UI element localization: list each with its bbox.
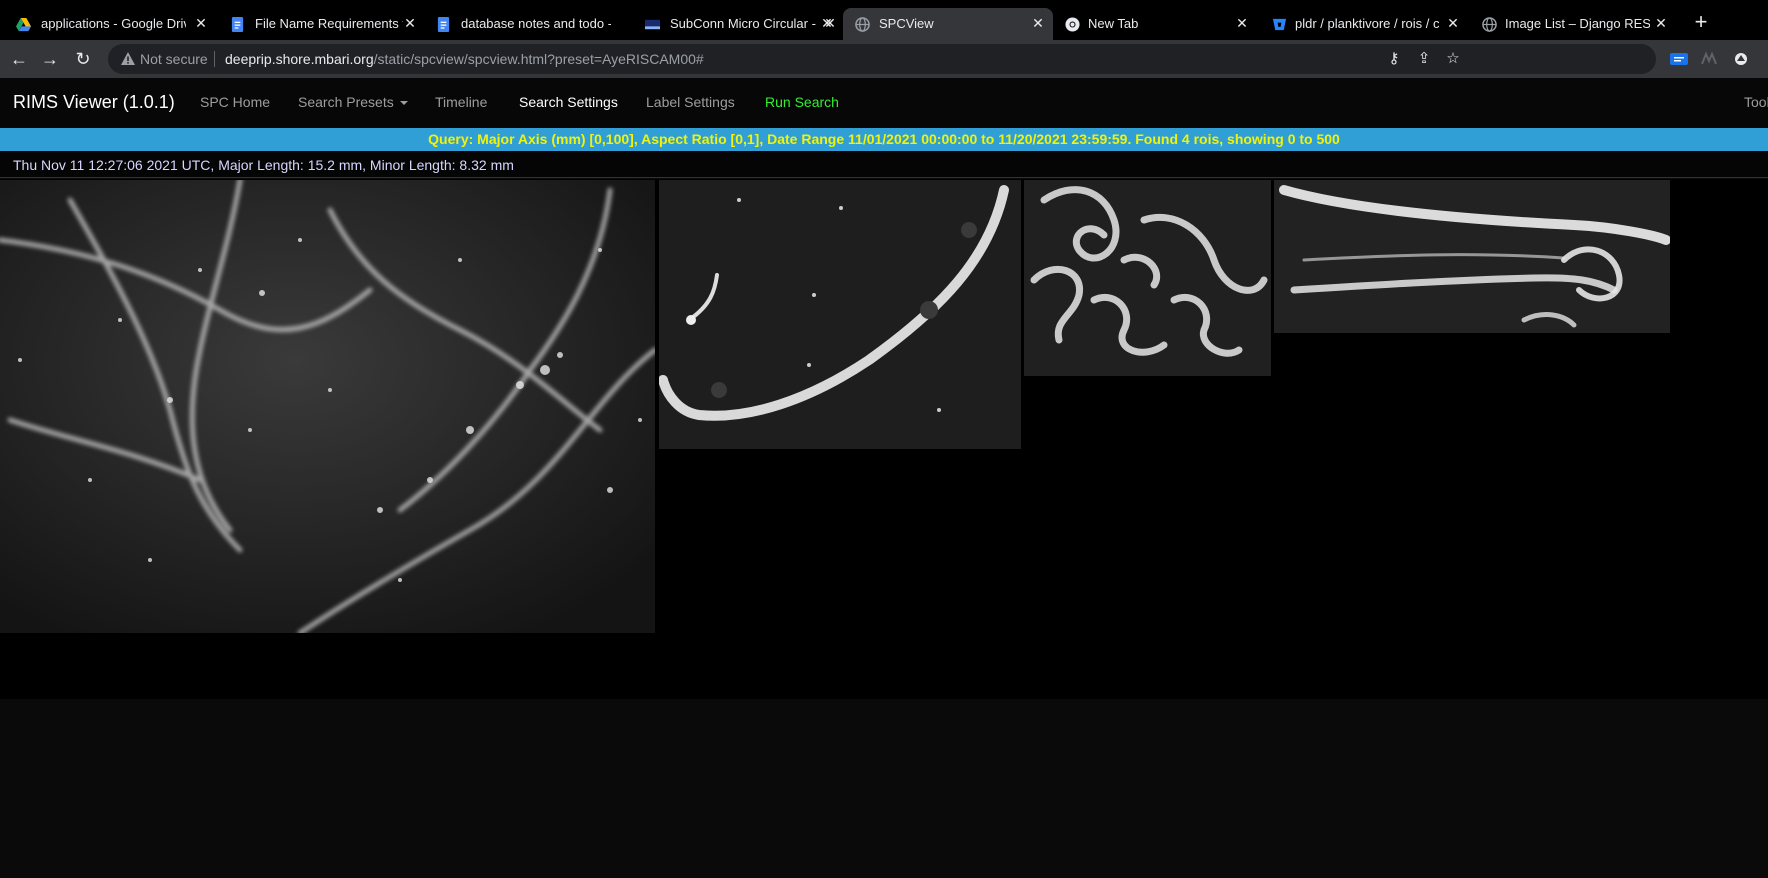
tab-title: SubConn Micro Circular - 2 [670,16,818,31]
tab-title: New Tab [1088,16,1139,31]
share-icon[interactable]: ⇪ [1415,50,1433,68]
security-status[interactable]: Not secure [140,51,208,67]
new-tab-button[interactable]: + [1690,11,1712,34]
url-path: /static/spcview/spcview.html?preset=AyeR… [373,51,704,67]
tab-file-name-requirements[interactable]: File Name Requirements fo ✕ [222,8,416,40]
nav-tools[interactable]: Tools [1744,94,1768,110]
tab-title: database notes and todo - [461,16,611,31]
extension-icon[interactable] [1700,51,1718,67]
nav-label-settings[interactable]: Label Settings [646,94,735,110]
tab-title: File Name Requirements fo [255,16,403,31]
roi-image-2[interactable] [659,180,1021,449]
forward-arrow-icon[interactable]: → [40,49,60,69]
browser-toolbar: ← → ↻ Not secure deeprip.shore.mbari.org… [0,40,1768,78]
tab-title: applications - Google Drive [41,16,186,31]
roi-image-1-picture [0,180,655,633]
roi-image-3-picture [1024,180,1271,376]
selected-roi-info: Thu Nov 11 12:27:06 2021 UTC, Major Leng… [13,157,514,173]
nav-search-presets-label: Search Presets [298,94,394,110]
tab-database-notes[interactable]: database notes and todo - ✕ [428,8,833,40]
app-brand[interactable]: RIMS Viewer (1.0.1) [13,92,175,113]
profile-extension-icon[interactable] [1732,51,1750,67]
google-docs-icon [231,17,244,32]
tab-image-list-django[interactable]: Image List – Django REST f ✕ [1470,8,1670,40]
address-bar[interactable]: Not secure deeprip.shore.mbari.org/stati… [108,44,1656,74]
app-navbar: RIMS Viewer (1.0.1) SPC Home Search Pres… [0,78,1768,128]
warning-triangle-icon[interactable] [120,51,136,67]
globe-icon [1482,17,1497,32]
selected-roi-info-bar: Thu Nov 11 12:27:06 2021 UTC, Major Leng… [0,151,1768,178]
nav-search-presets[interactable]: Search Presets [298,94,408,110]
roi-image-3[interactable] [1024,180,1271,376]
roi-image-4-picture [1274,180,1670,333]
address-divider [214,51,215,67]
roi-image-1[interactable] [0,180,655,633]
roi-image-4[interactable] [1274,180,1670,333]
tab-title: SPCView [879,16,934,31]
roi-image-2-picture [659,180,1021,449]
back-arrow-icon[interactable]: ← [9,49,29,69]
bitbucket-icon [1272,18,1287,31]
tab-bitbucket-planktivore[interactable]: pldr / planktivore / rois / c ✕ [1262,8,1462,40]
close-tab-icon[interactable]: ✕ [1031,15,1045,31]
close-tab-icon[interactable]: ✕ [1235,15,1249,31]
close-tab-icon[interactable]: ✕ [194,15,208,31]
google-drive-icon [16,17,31,32]
tab-spcview[interactable]: SPCView ✕ [843,8,1053,40]
url-host: deeprip.shore.mbari.org [225,51,374,67]
close-tab-icon[interactable]: ✕ [1654,15,1668,31]
close-tab-icon[interactable]: ✕ [403,15,417,31]
google-docs-icon [437,17,450,32]
close-tab-icon[interactable]: ✕ [1446,15,1460,31]
nav-search-settings[interactable]: Search Settings [519,94,618,110]
nav-timeline[interactable]: Timeline [435,94,487,110]
subconn-site-icon [645,19,660,30]
tab-google-drive[interactable]: applications - Google Drive ✕ [8,8,207,40]
chrome-icon [1065,17,1080,32]
tab-new-tab[interactable]: New Tab ✕ [1055,8,1255,40]
tab-title: Image List – Django REST f [1505,16,1650,31]
close-tab-icon[interactable]: ✕ [823,15,837,31]
bookmark-star-icon[interactable]: ☆ [1444,50,1462,68]
tab-title: pldr / planktivore / rois / c [1295,16,1440,31]
globe-icon [855,17,870,32]
browser-tab-strip: applications - Google Drive ✕ File Name … [0,0,1768,40]
reload-icon[interactable]: ↻ [73,49,93,69]
url-text[interactable]: deeprip.shore.mbari.org/static/spcview/s… [225,51,704,67]
tab-subconn-micro-circular[interactable]: SubConn Micro Circular - 2 ✕ [637,8,837,40]
page-footer-area [0,814,1768,878]
roi-gallery [0,179,1768,878]
query-banner: Query: Major Axis (mm) [0,100], Aspect R… [0,128,1768,151]
zip-extension-icon[interactable] [1670,51,1688,67]
caret-down-icon [399,101,408,106]
nav-run-search[interactable]: Run Search [765,94,839,110]
key-icon[interactable]: ⚷ [1385,50,1403,68]
nav-spc-home[interactable]: SPC Home [200,94,270,110]
